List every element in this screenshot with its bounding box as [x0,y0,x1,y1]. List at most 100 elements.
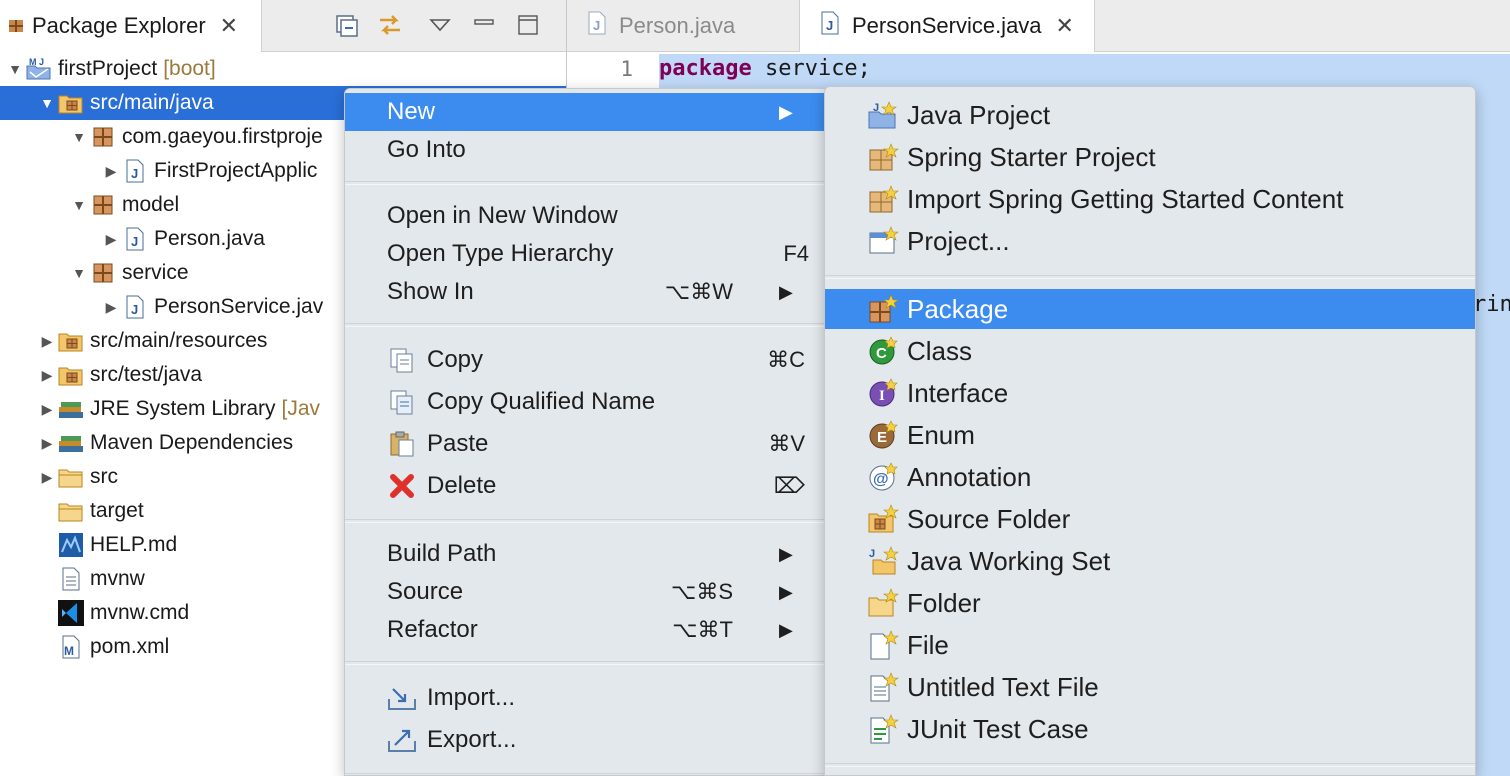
menu-item-copy-qualified-name[interactable]: Copy Qualified Name [345,381,825,423]
tree-item-label: src/main/java [90,91,214,114]
java-file-icon: J [122,226,148,252]
new-item-label: JUnit Test Case [907,713,1089,744]
tree-item-firstproject[interactable]: ▼ M JfirstProject [boot] [0,52,566,86]
tab-person-java[interactable]: J Person.java [567,0,795,52]
menu-shortcut: ⌦ [773,473,805,498]
tree-item-label: src [90,465,118,488]
menu-item-open-type-hierarchy[interactable]: Open Type Hierarchy F4 [345,235,825,273]
menu-shortcut: ⌥⌘S [670,579,733,604]
svg-text:C: C [876,345,887,362]
minimize-icon[interactable] [470,10,498,40]
menu-item-delete[interactable]: Delete ⌦ [345,465,825,507]
collapse-arrow-icon[interactable]: ▶ [36,466,58,488]
new-item-folder[interactable]: Folder [825,583,1475,623]
new-item-annotation[interactable]: @ Annotation [825,457,1475,497]
expand-arrow-icon[interactable]: ▼ [68,262,90,284]
submenu-arrow-icon: ▶ [779,619,793,640]
line-number: 1 [620,57,633,81]
tree-item-label: Person.java [154,227,265,250]
menu-item-export[interactable]: Export... [345,719,825,761]
collapse-arrow-icon[interactable]: ▶ [36,330,58,352]
delete-icon [387,471,417,501]
close-icon[interactable]: ✕ [1056,15,1074,37]
untitled-text-file-icon [867,671,899,703]
folder-icon [58,498,84,524]
menu-item-show-in[interactable]: Show In ⌥⌘W ▶ [345,273,825,311]
svg-text:J: J [593,18,600,33]
menu-separator [345,181,825,185]
new-item-source-folder[interactable]: Source Folder [825,499,1475,539]
library-icon [58,396,84,422]
menu-item-new[interactable]: New ▶ [345,93,825,131]
java-file-icon: J [122,158,148,184]
collapse-arrow-icon[interactable]: ▶ [100,228,122,250]
tree-item-label: JRE System Library [90,397,276,420]
new-item-untitled-text-file[interactable]: Untitled Text File [825,667,1475,707]
expand-arrow-icon[interactable]: ▼ [68,194,90,216]
menu-item-label: Delete [427,472,497,499]
collapse-arrow-icon[interactable]: ▶ [36,432,58,454]
close-icon[interactable]: ✕ [220,15,238,37]
package-explorer-icon [8,16,24,36]
markdown-file-icon [58,532,84,558]
menu-item-import[interactable]: Import... [345,677,825,719]
menu-item-build-path[interactable]: Build Path ▶ [345,535,825,573]
tree-item-label: mvnw.cmd [90,601,190,624]
menu-item-copy[interactable]: Copy ⌘C [345,339,825,381]
tab-package-explorer[interactable]: Package Explorer ✕ [0,0,262,52]
expand-arrow-icon[interactable]: ▼ [36,92,58,114]
new-item-project[interactable]: Project... [825,221,1475,261]
tree-item-label: HELP.md [90,533,178,556]
new-item-label: Source Folder [907,503,1071,534]
menu-item-refactor[interactable]: Refactor ⌥⌘T ▶ [345,611,825,649]
menu-item-source[interactable]: Source ⌥⌘S ▶ [345,573,825,611]
keyword-package: package [659,56,752,81]
collapse-arrow-icon[interactable]: ▶ [100,160,122,182]
collapse-all-icon[interactable] [332,10,360,40]
tab-personservice-java[interactable]: J PersonService.java ✕ [799,0,1095,52]
new-item-import-spring-getting-started-content[interactable]: Import Spring Getting Started Content [825,179,1475,219]
code-peek-text: rin [1473,292,1510,317]
package-explorer-title: Package Explorer [32,13,206,38]
tree-item-label: FirstProjectApplic [154,159,318,182]
java-file-icon: J [587,11,607,41]
menu-item-paste[interactable]: Paste ⌘V [345,423,825,465]
menu-item-label: Open Type Hierarchy [387,240,614,267]
link-with-editor-icon[interactable] [376,10,404,40]
tree-item-label: src/test/java [90,363,203,386]
menu-separator [825,275,1475,279]
source-folder-icon [58,328,84,354]
code-line-1[interactable]: package service; [659,54,871,84]
tree-item-decoration: [boot] [163,57,216,80]
svg-text:M: M [29,57,37,67]
new-item-label: Annotation [907,461,1032,492]
new-item-file[interactable]: File [825,625,1475,665]
paste-icon [387,429,417,459]
spring-import-icon [867,183,899,215]
maximize-icon[interactable] [514,10,542,40]
menu-item-open-in-new-window[interactable]: Open in New Window [345,197,825,235]
svg-text:I: I [879,388,885,404]
new-item-java-project[interactable]: J Java Project [825,95,1475,135]
expand-arrow-icon[interactable]: ▼ [68,126,90,148]
new-item-package[interactable]: Package [825,289,1475,329]
svg-text:J: J [131,302,138,317]
package-icon [90,192,116,218]
new-item-interface[interactable]: I Interface [825,373,1475,413]
new-item-class[interactable]: C Class [825,331,1475,371]
new-item-enum[interactable]: E Enum [825,415,1475,455]
collapse-arrow-icon[interactable]: ▶ [36,364,58,386]
menu-item-go-into[interactable]: Go Into [345,131,825,169]
new-item-junit-test-case[interactable]: JUnit Test Case [825,709,1475,749]
expand-arrow-icon[interactable]: ▼ [4,58,26,80]
collapse-arrow-icon[interactable]: ▶ [100,296,122,318]
tree-item-decoration: [Jav [281,397,321,420]
new-item-java-working-set[interactable]: J Java Working Set [825,541,1475,581]
view-menu-icon[interactable] [426,10,454,40]
collapse-arrow-icon[interactable]: ▶ [36,398,58,420]
tab-personservice-java-label: PersonService.java [852,13,1042,38]
new-item-label: Package [907,293,1009,324]
new-item-spring-starter-project[interactable]: Spring Starter Project [825,137,1475,177]
